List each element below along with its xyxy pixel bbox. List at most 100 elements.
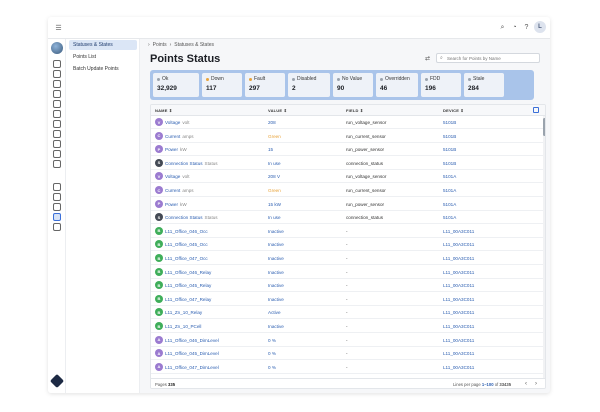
search-input[interactable] <box>447 55 537 62</box>
calendar-icon[interactable] <box>53 100 61 108</box>
table-row[interactable]: A L11_Office_046_DimLevel 0 % - L11_00A3C011 <box>151 334 543 347</box>
point-device[interactable]: L11_00A3C011 <box>443 338 474 343</box>
header-device[interactable]: DEVICE ⇕ <box>443 108 464 113</box>
table-row[interactable]: S Connection Status Status In use connection… <box>151 157 543 170</box>
table-row[interactable]: A L11_Office_045_DimLevel 0 % - L11_00A3C011 <box>151 347 543 361</box>
scrollbar[interactable] <box>543 116 545 378</box>
table-row[interactable]: C Current amps Green run_current_sensor 5101A <box>151 184 543 197</box>
point-device[interactable]: 5101A <box>443 188 456 193</box>
subnav-item-batch-update[interactable]: Batch Update Points <box>69 64 137 74</box>
point-device[interactable]: L11_00A3C011 <box>443 283 474 288</box>
point-device[interactable]: L11_00A3C011 <box>443 310 474 315</box>
point-device[interactable]: L11_00A3C011 <box>443 229 474 234</box>
summary-card-fdd[interactable]: FDD 196 <box>421 73 461 97</box>
point-name[interactable]: Voltage volt <box>165 120 189 125</box>
integrations-icon[interactable] <box>53 223 61 231</box>
point-name[interactable]: L11_Office_045_Relay <box>165 283 213 288</box>
menu-icon[interactable]: ☰ <box>54 23 63 32</box>
next-page-icon[interactable]: › <box>535 381 537 387</box>
table-row[interactable]: P Power kW 15 kW run_power_sensor 5101A <box>151 198 543 211</box>
point-device[interactable]: 5101B <box>443 120 456 125</box>
point-name[interactable]: Connection Status Status <box>165 161 218 166</box>
point-device[interactable]: 5101A <box>443 174 456 179</box>
point-name[interactable]: Power kW <box>165 147 187 152</box>
table-row[interactable]: B L11_Office_047_Occ Inactive - L11_00A3C011 <box>151 252 543 265</box>
point-name[interactable]: L11_Office_047_DimLevel <box>165 365 221 370</box>
point-name[interactable]: L11_Office_045_DimLevel <box>165 351 221 356</box>
table-row[interactable]: B L11_Zn_10_PCell Inactive - L11_00A3C011 <box>151 320 543 333</box>
alert-icon[interactable] <box>53 110 61 118</box>
table-row[interactable]: B L11_Office_047_Relay Inactive - L11_00A3C0… <box>151 293 543 306</box>
settings-icon[interactable] <box>53 193 61 201</box>
summary-card-no-value[interactable]: No Value 90 <box>333 73 373 97</box>
point-name[interactable]: Connection Status Status <box>165 215 218 220</box>
breadcrumb-points[interactable]: Points <box>153 42 167 48</box>
point-name[interactable]: Power kW <box>165 202 187 207</box>
table-row[interactable]: B L11_Office_045_Occ Inactive - L11_00A3C011 <box>151 238 543 252</box>
report-icon[interactable] <box>53 150 61 158</box>
point-name[interactable]: L11_Office_047_Occ <box>165 256 210 261</box>
apps-icon[interactable] <box>53 183 61 191</box>
summary-card-down[interactable]: Down 117 <box>202 73 242 97</box>
scroll-thumb[interactable] <box>543 118 545 136</box>
point-name[interactable]: Current amps <box>165 134 194 139</box>
help-icon[interactable]: ? <box>522 23 531 32</box>
summary-card-overridden[interactable]: Overridden 46 <box>376 73 418 97</box>
summary-card-fault[interactable]: Fault 297 <box>245 73 285 97</box>
analytics-icon[interactable] <box>53 80 61 88</box>
point-name[interactable]: L11_Office_045_Occ <box>165 242 210 247</box>
table-row[interactable]: A L11_Office_047_DimLevel 0 % - L11_00A3C011 <box>151 361 543 374</box>
point-device[interactable]: L11_00A3C011 <box>443 270 474 275</box>
table-row[interactable]: S Connection Status Status In use connection… <box>151 211 543 225</box>
point-device[interactable]: 5101A <box>443 215 456 220</box>
filter-icon[interactable]: ⇄ <box>423 54 432 63</box>
subnav-item-points-list[interactable]: Points List <box>69 52 137 62</box>
point-device[interactable]: L11_00A3C011 <box>443 242 474 247</box>
header-name[interactable]: NAME ⇕ <box>155 108 172 113</box>
point-name[interactable]: L11_Zn_10_PCell <box>165 324 203 329</box>
point-device[interactable]: L11_00A3C011 <box>443 365 474 370</box>
table-row[interactable]: B L11_Office_046_Relay Inactive - L11_00A3C0… <box>151 266 543 279</box>
avatar[interactable]: L <box>534 21 546 33</box>
table-row[interactable]: B L11_Zn_10_Relay Active - L11_00A3C011 <box>151 306 543 320</box>
point-name[interactable]: Current amps <box>165 188 194 193</box>
column-settings-icon[interactable] <box>533 107 539 113</box>
summary-card-disabled[interactable]: Disabled 2 <box>288 73 330 97</box>
point-device[interactable]: L11_00A3C011 <box>443 324 474 329</box>
table-row[interactable]: V Voltage volt 208 run_voltage_sensor 5101B <box>151 116 543 129</box>
point-device[interactable]: L11_00A3C011 <box>443 351 474 356</box>
point-name[interactable]: Voltage volt <box>165 174 189 179</box>
gear-icon[interactable] <box>53 203 61 211</box>
table-row[interactable]: C Current amps Green run_current_sensor 5101B <box>151 130 543 143</box>
breadcrumb-statuses[interactable]: Statuses & States <box>174 42 214 48</box>
table-row[interactable]: B L11_Office_046_Occ Inactive - L11_00A3C011 <box>151 225 543 238</box>
summary-card-stale[interactable]: Stale 284 <box>464 73 504 97</box>
point-name[interactable]: L11_Office_046_Occ <box>165 229 210 234</box>
point-device[interactable]: 5101B <box>443 147 456 152</box>
grid-icon[interactable] <box>53 60 61 68</box>
table-row[interactable]: V Voltage volt 208 V run_voltage_sensor 5101A <box>151 170 543 184</box>
document-icon[interactable] <box>53 120 61 128</box>
point-name[interactable]: L11_Office_046_Relay <box>165 270 213 275</box>
prev-page-icon[interactable]: ‹ <box>525 381 527 387</box>
point-name[interactable]: L11_Zn_10_Relay <box>165 310 204 315</box>
point-name[interactable]: L11_Office_047_Relay <box>165 297 213 302</box>
building-icon[interactable] <box>53 90 61 98</box>
header-value[interactable]: VALUE ⇕ <box>268 108 287 113</box>
point-device[interactable]: L11_00A3C011 <box>443 256 474 261</box>
workspace-logo-icon[interactable] <box>51 42 63 54</box>
table-row[interactable]: P Power kW 15 run_power_sensor 5101B <box>151 143 543 157</box>
bell-icon[interactable]: ◔ <box>510 23 519 32</box>
point-device[interactable]: 5101B <box>443 134 456 139</box>
list-icon[interactable] <box>53 140 61 148</box>
point-device[interactable]: L11_00A3C011 <box>443 297 474 302</box>
dashboard-icon[interactable] <box>53 70 61 78</box>
point-device[interactable]: 5101A <box>443 202 456 207</box>
summary-card-ok[interactable]: Ok 32,929 <box>153 73 199 97</box>
clipboard-icon[interactable] <box>53 130 61 138</box>
header-field[interactable]: FIELD ⇕ <box>346 108 363 113</box>
search-icon[interactable]: ⌕ <box>498 23 507 32</box>
chart-icon[interactable] <box>53 160 61 168</box>
table-row[interactable]: B L11_Office_045_Relay Inactive - L11_00A3C0… <box>151 279 543 293</box>
point-name[interactable]: L11_Office_046_DimLevel <box>165 338 221 343</box>
